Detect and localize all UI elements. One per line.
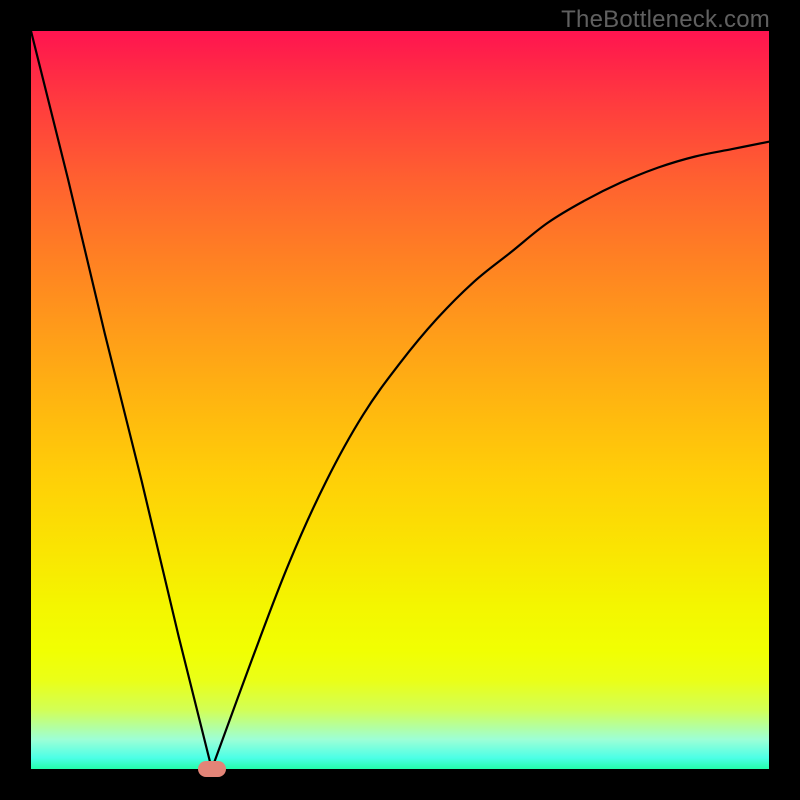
bottleneck-curve-path [31,31,769,769]
plot-area [31,31,769,769]
chart-container: TheBottleneck.com [0,0,800,800]
watermark-text: TheBottleneck.com [561,6,770,34]
curve-svg [31,31,769,769]
minimum-marker [198,761,226,777]
